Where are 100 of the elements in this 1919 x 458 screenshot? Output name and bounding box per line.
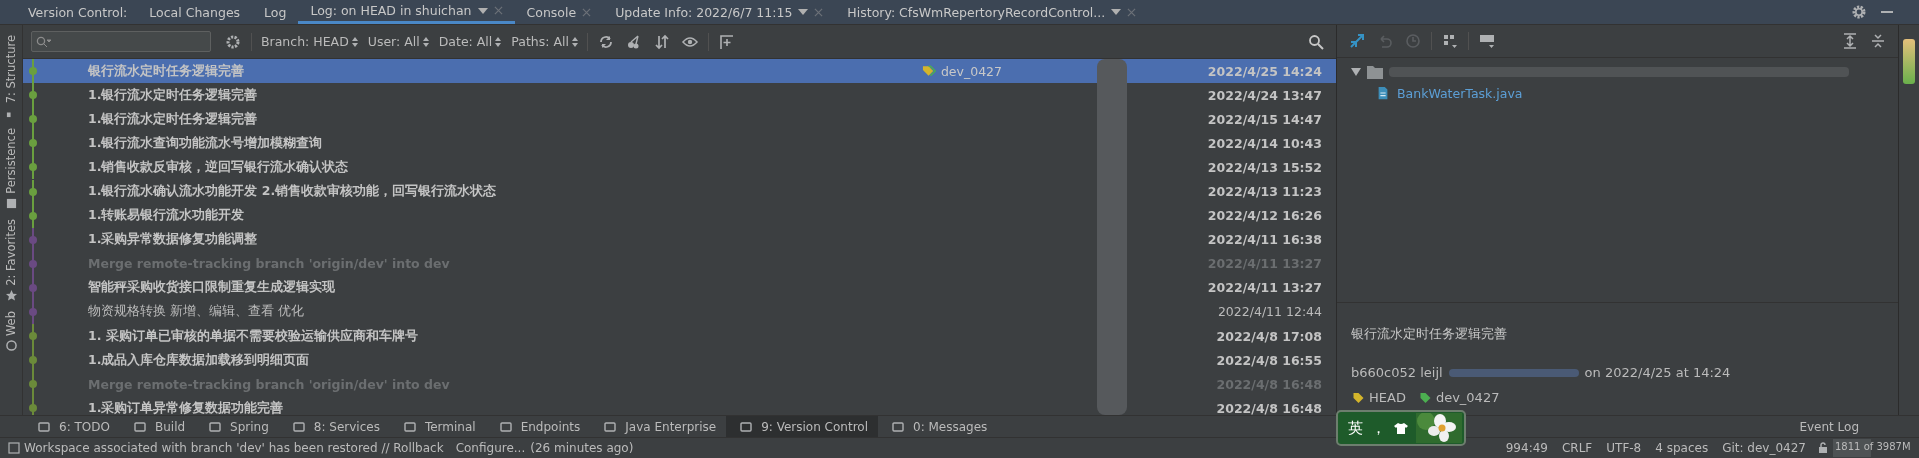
- tab[interactable]: Console: [514, 0, 604, 24]
- tool-icon: [604, 420, 617, 433]
- input-method-bar[interactable]: 英 ，: [1336, 410, 1466, 446]
- side-tool-tab[interactable]: 7: Structure: [0, 35, 22, 119]
- group-icon[interactable]: [1442, 32, 1458, 49]
- commit-date: 2022/4/13 11:23: [1206, 184, 1322, 199]
- side-tool-tab[interactable]: Web: [0, 310, 22, 351]
- commit-row[interactable]: 1.银行流水定时任务逻辑完善 2022/4/24 13:47: [23, 83, 1336, 108]
- event-log-button[interactable]: Event Log: [1799, 419, 1859, 434]
- commit-message: 1. 采购订单已审核的单据不需要校验运输供应商和车牌号: [88, 327, 418, 345]
- tool-window-button[interactable]: 9: Version Control: [726, 416, 878, 437]
- tool-window-button[interactable]: 8: Services: [278, 416, 390, 437]
- filter-dropdown[interactable]: Branch: HEAD: [261, 34, 358, 49]
- tab[interactable]: Log: [252, 0, 299, 24]
- filter-dropdown[interactable]: Paths: All: [511, 34, 578, 49]
- layout-icon[interactable]: [1479, 32, 1495, 49]
- commit-row[interactable]: 物资规格转换 新增、编辑、查看 优化 2022/4/11 12:44: [23, 299, 1336, 325]
- side-tool-tab[interactable]: Persistence: [0, 128, 22, 210]
- dropdown-icon[interactable]: [798, 9, 809, 15]
- git-branch[interactable]: Git: dev_0427: [1722, 441, 1806, 455]
- commit-row[interactable]: 智能秤采购收货接口限制重复生成逻辑实现 2022/4/11 13:27: [23, 275, 1336, 300]
- settings-icon[interactable]: [225, 33, 241, 50]
- file-name[interactable]: BankWaterTask.java: [1397, 85, 1523, 101]
- commit-row[interactable]: 1.转账易银行流水功能开发 2022/4/12 16:26: [23, 203, 1336, 228]
- commit-row[interactable]: 1.采购订单异常修复数据功能完善 2022/4/8 16:48: [23, 396, 1336, 415]
- refresh-icon[interactable]: [597, 33, 614, 50]
- shirt-icon[interactable]: [1394, 422, 1408, 434]
- tool-window-button[interactable]: Java Enterprise: [590, 416, 727, 437]
- commit-message: 物资规格转换 新增、编辑、查看 优化: [88, 303, 304, 321]
- commit-row[interactable]: 1.银行流水查询功能流水号增加模糊查询 2022/4/14 10:43: [23, 131, 1336, 156]
- commit-row[interactable]: 1.银行流水定时任务逻辑完善 2022/4/15 14:47: [23, 107, 1336, 132]
- line-separator[interactable]: CRLF: [1561, 441, 1593, 455]
- tool-icon: [38, 420, 50, 433]
- new-tab-icon[interactable]: [718, 33, 735, 50]
- tab[interactable]: Local Changes: [137, 0, 253, 24]
- indent-setting[interactable]: 4 spaces: [1655, 441, 1709, 455]
- commit-date: 2022/4/24 13:47: [1206, 87, 1322, 103]
- scroll-indicator: [1903, 39, 1915, 84]
- side-tool-tab[interactable]: 2: Favorites: [0, 219, 22, 301]
- tool-icon: [892, 420, 904, 433]
- expand-all-icon[interactable]: [1842, 32, 1858, 49]
- ref-tag: HEAD: [1351, 390, 1406, 405]
- sort-arrows-icon: [495, 36, 502, 47]
- commit-date: 2022/4/11 16:38: [1206, 232, 1322, 248]
- diff-icon[interactable]: [1349, 32, 1365, 49]
- filter-dropdown[interactable]: Date: All: [438, 34, 502, 49]
- ref-tag: dev_0427: [1417, 390, 1500, 405]
- panel-icon[interactable]: [8, 442, 20, 454]
- tool-window-button[interactable]: 0: Messages: [878, 416, 998, 437]
- commit-row[interactable]: 1. 采购订单已审核的单据不需要校验运输供应商和车牌号 2022/4/8 17:08: [23, 324, 1336, 349]
- expand-arrow-icon[interactable]: [1351, 68, 1361, 77]
- filter-dropdown[interactable]: User: All: [367, 34, 429, 49]
- tool-window-button[interactable]: Terminal: [389, 416, 486, 437]
- tool-window-button[interactable]: Spring: [195, 416, 279, 437]
- sort-icon[interactable]: [653, 33, 670, 50]
- commit-date: 2022/4/25 14:24: [1206, 63, 1322, 79]
- commit-message: 智能秤采购收货接口限制重复生成逻辑实现: [88, 279, 335, 297]
- collapse-all-icon[interactable]: [1870, 32, 1886, 49]
- tool-icon: [499, 420, 512, 433]
- dropdown-icon[interactable]: [1111, 9, 1122, 15]
- tool-icon: [5, 198, 17, 210]
- commit-date: 2022/4/8 16:55: [1215, 352, 1322, 368]
- commit-message: 1.转账易银行流水功能开发: [88, 207, 245, 225]
- file-encoding[interactable]: UTF-8: [1606, 441, 1642, 455]
- dropdown-icon[interactable]: [477, 7, 488, 14]
- tool-window-button[interactable]: 6: TODO: [24, 416, 120, 437]
- configure-link[interactable]: Configure...: [455, 441, 526, 455]
- commit-message: 1.银行流水定时任务逻辑完善: [88, 86, 258, 104]
- branch-tag: dev_0427: [921, 63, 1002, 79]
- tab[interactable]: Update Info: 2022/6/7 11:15: [603, 0, 836, 24]
- settings-icon[interactable]: [1851, 4, 1867, 20]
- tool-icon: [292, 420, 305, 433]
- tool-icon: [5, 340, 17, 351]
- caret-position[interactable]: 994:49: [1505, 441, 1548, 455]
- commit-date: 2022/4/8 16:48: [1215, 400, 1322, 415]
- lock-icon[interactable]: [1817, 442, 1829, 454]
- sort-arrows-icon: [422, 36, 429, 47]
- tool-icon: [5, 289, 17, 301]
- commit-date: 2022/4/15 14:47: [1206, 111, 1322, 127]
- tab[interactable]: History: CfsWmRepertoryRecordControl...: [835, 0, 1149, 24]
- search-field[interactable]: [31, 31, 211, 52]
- commit-row[interactable]: 1.销售收款反审核，逆回写银行流水确认状态 2022/4/13 15:52: [23, 155, 1336, 180]
- folder-icon: [1367, 65, 1383, 80]
- search-icon[interactable]: [1308, 33, 1324, 50]
- commit-row[interactable]: 银行流水定时任务逻辑完善 dev_0427 2022/4/25 14:24: [23, 59, 1336, 84]
- commit-message: 1.成品入库仓库数据加载移到明细页面: [88, 351, 310, 369]
- cherry-icon[interactable]: [625, 33, 642, 50]
- commit-message: 1.采购异常数据修复功能调整: [88, 231, 258, 249]
- search-icon: [36, 35, 52, 48]
- sort-arrows-icon: [571, 36, 578, 47]
- commit-row[interactable]: 1.银行流水确认流水功能开发 2.销售收款审核功能，回写银行流水状态 2022/4/13 11:23: [23, 179, 1336, 204]
- tab[interactable]: Log: on HEAD in shuichan: [298, 0, 515, 24]
- tool-window-button[interactable]: Build: [119, 416, 196, 437]
- tool-window-button[interactable]: Endpoints: [485, 416, 591, 437]
- commit-date: 2022/4/11 12:44: [1216, 304, 1322, 320]
- commit-row[interactable]: 1.成品入库仓库数据加载移到明细页面 2022/4/8 16:55: [23, 348, 1336, 373]
- tool-icon: [133, 420, 146, 433]
- status-time: (26 minutes ago): [530, 441, 634, 455]
- commit-row[interactable]: 1.采购异常数据修复功能调整 2022/4/11 16:38: [23, 227, 1336, 252]
- commit-date: 2022/4/14 10:43: [1206, 135, 1322, 151]
